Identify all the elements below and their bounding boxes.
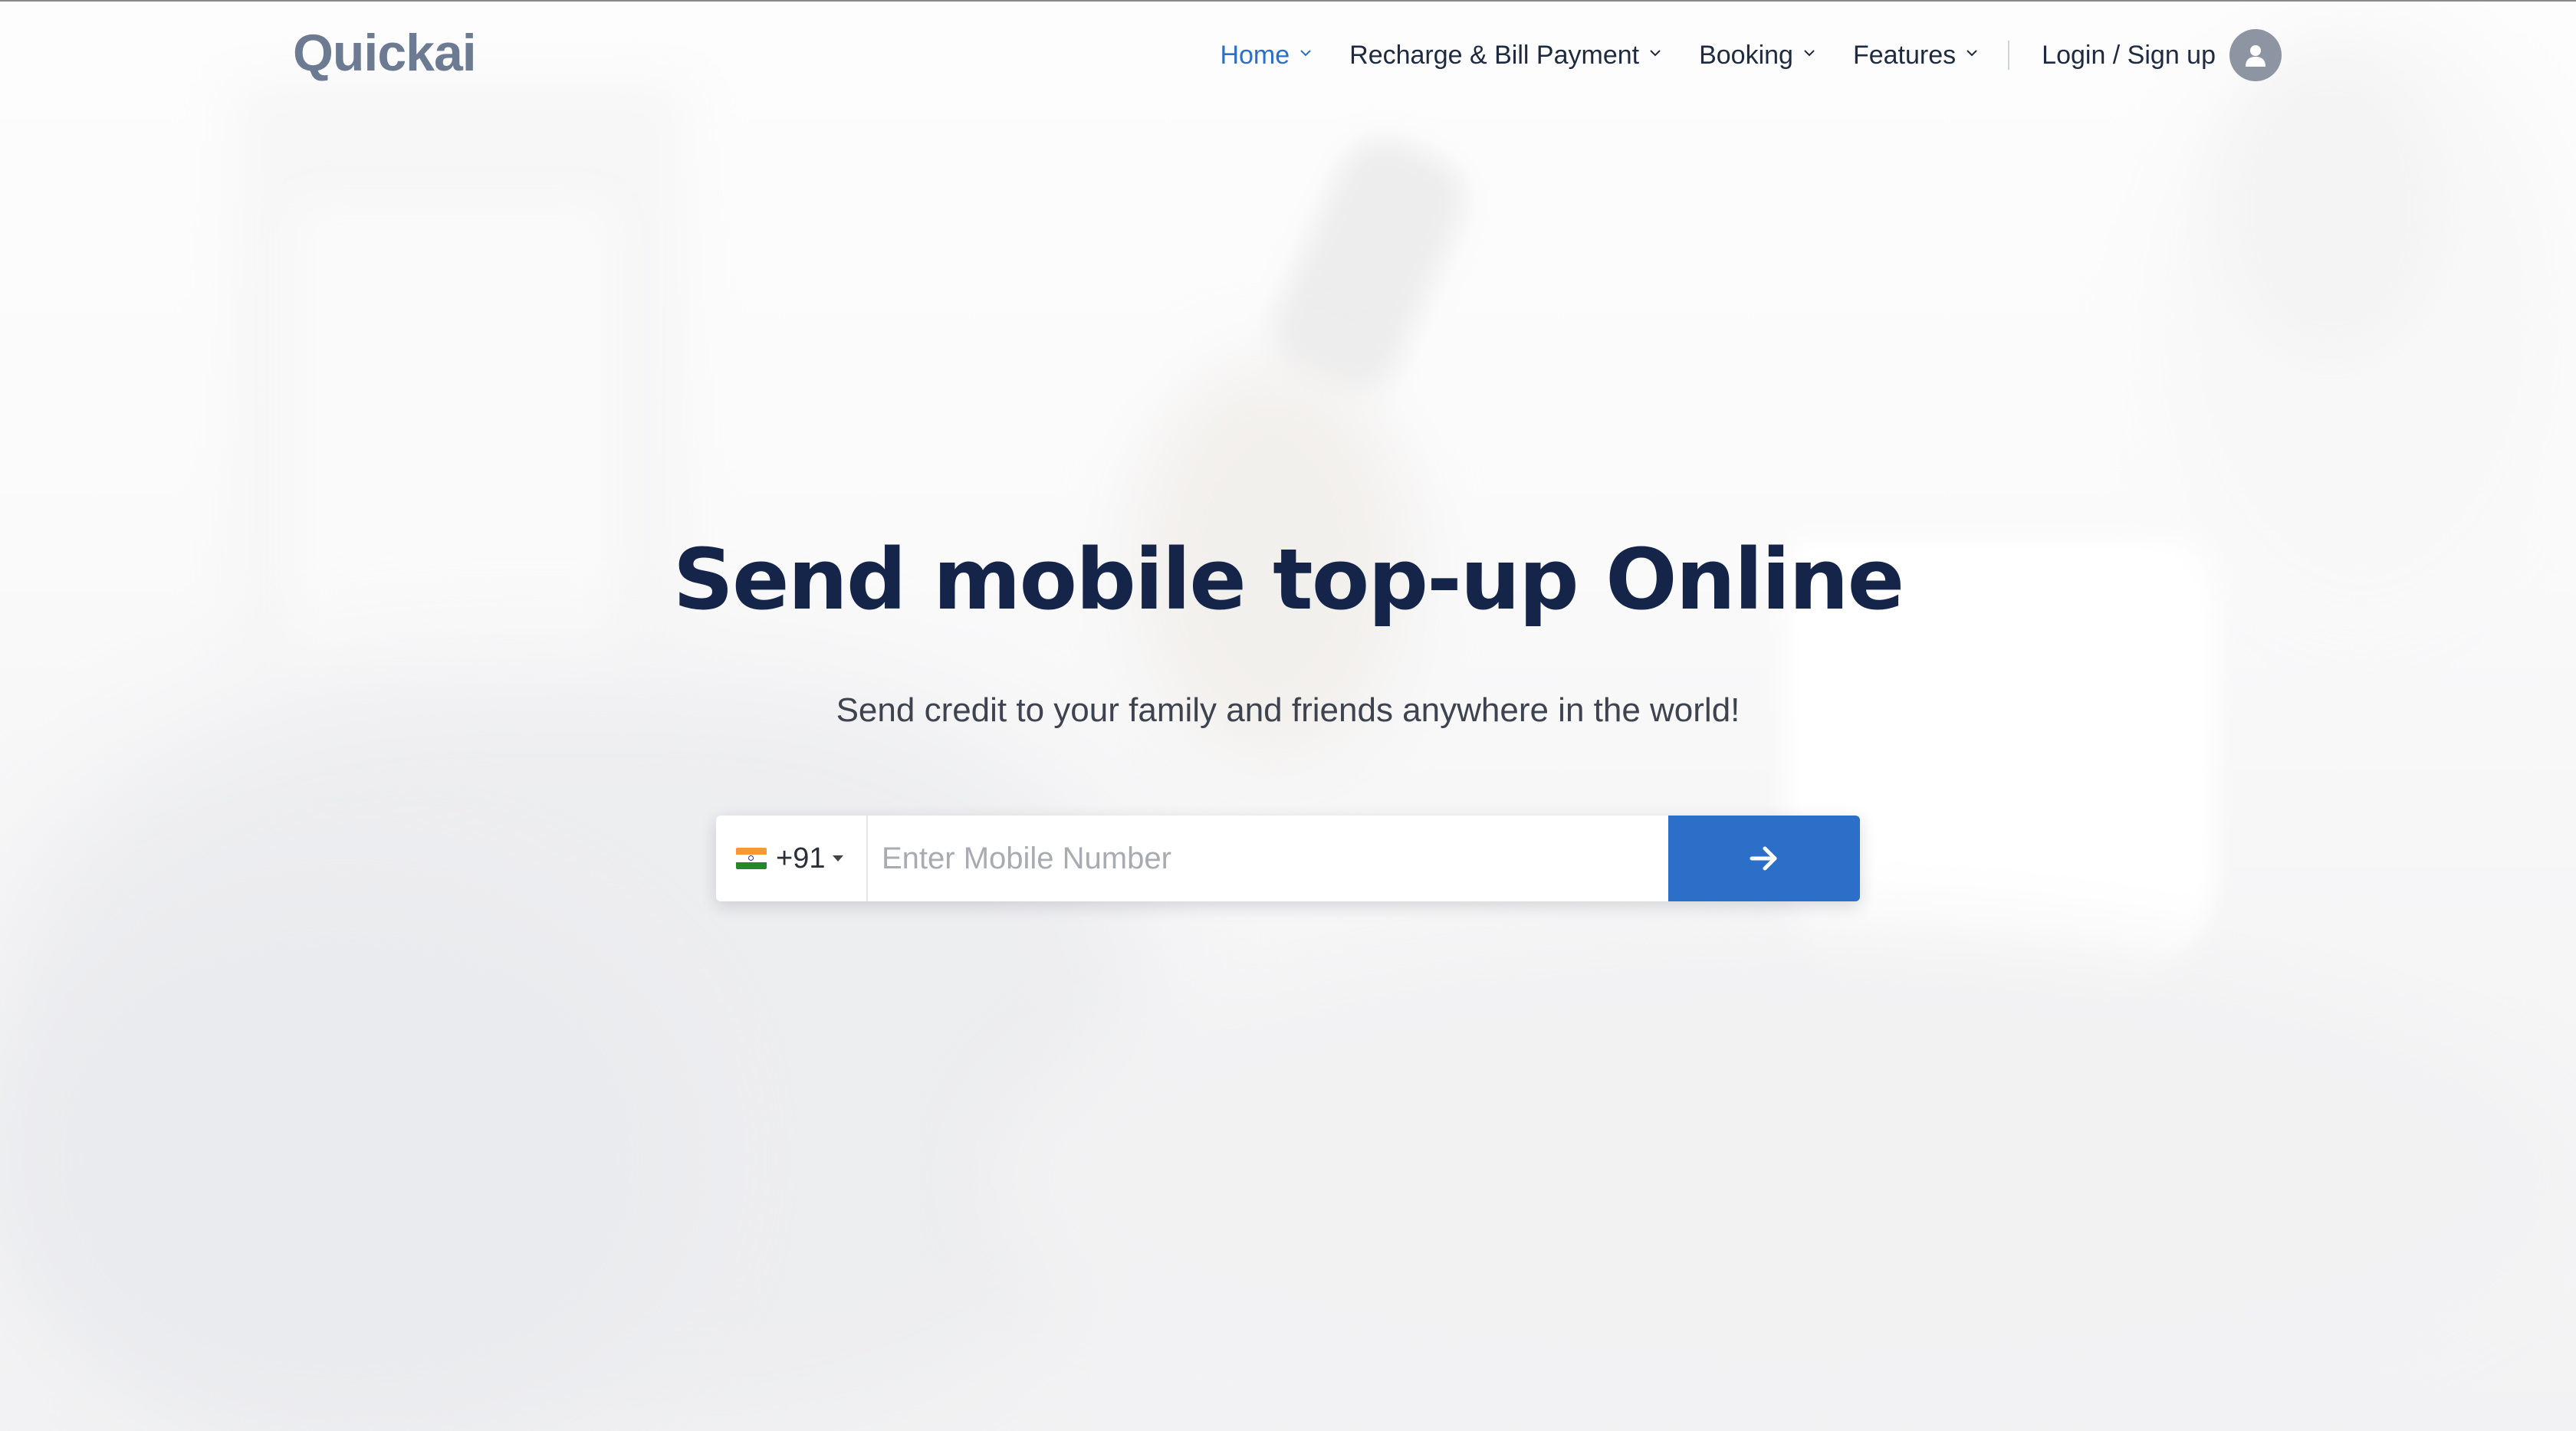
nav-item-label: Home bbox=[1220, 40, 1290, 70]
user-avatar-icon[interactable] bbox=[2229, 29, 2282, 81]
nav-item-home[interactable]: Home bbox=[1220, 41, 1311, 71]
mobile-number-input[interactable] bbox=[868, 816, 1668, 901]
mobile-topup-form: +91 bbox=[716, 816, 1860, 901]
login-signup-link[interactable]: Login / Sign up bbox=[2042, 29, 2282, 81]
chevron-down-icon bbox=[1650, 48, 1661, 58]
main-nav: Home Recharge & Bill Payment Booking Fea… bbox=[1181, 29, 2282, 81]
india-flag-icon bbox=[736, 848, 767, 869]
arrow-right-icon bbox=[1749, 845, 1779, 872]
nav-item-recharge-bill-payment[interactable]: Recharge & Bill Payment bbox=[1349, 41, 1661, 71]
nav-divider bbox=[2008, 41, 2010, 70]
chevron-down-icon bbox=[1300, 48, 1311, 58]
nav-item-label: Booking bbox=[1699, 40, 1793, 70]
logo[interactable]: Quickai bbox=[293, 23, 477, 83]
hero-subtitle: Send credit to your family and friends a… bbox=[836, 691, 1740, 729]
hero-title: Send mobile top-up Online bbox=[672, 530, 1904, 629]
nav-item-label: Recharge & Bill Payment bbox=[1349, 40, 1640, 70]
country-code: +91 bbox=[776, 842, 826, 875]
nav-item-label: Features bbox=[1852, 40, 1957, 70]
caret-down-icon bbox=[833, 855, 844, 862]
nav-item-features[interactable]: Features bbox=[1853, 41, 1977, 71]
login-signup-label: Login / Sign up bbox=[2042, 40, 2216, 70]
nav-item-booking[interactable]: Booking bbox=[1699, 41, 1815, 71]
submit-button[interactable] bbox=[1668, 816, 1860, 901]
page: Quickai Home Recharge & Bill Payment Boo… bbox=[0, 0, 2576, 1431]
chevron-down-icon bbox=[1804, 48, 1815, 58]
country-code-select[interactable]: +91 bbox=[716, 816, 868, 901]
chevron-down-icon bbox=[1967, 48, 1977, 58]
site-header: Quickai Home Recharge & Bill Payment Boo… bbox=[0, 2, 2576, 109]
